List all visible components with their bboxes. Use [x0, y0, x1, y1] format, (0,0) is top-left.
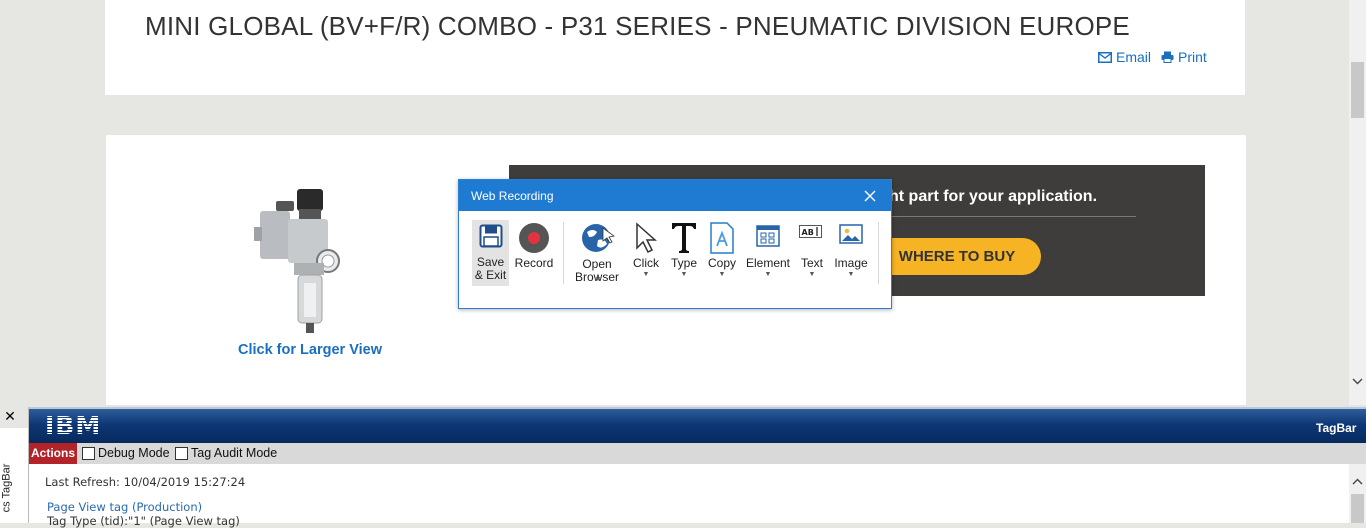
tag-type-text: Tag Type (tid):"1" (Page View tag) [47, 514, 240, 528]
element-label: Element [745, 256, 791, 270]
printer-icon [1161, 51, 1174, 63]
tagbar-header: IBM TagBar [29, 407, 1366, 443]
chevron-down-icon[interactable]: ▼ [705, 271, 739, 278]
tag-audit-mode-label: Tag Audit Mode [191, 446, 278, 460]
scroll-down-arrow-icon[interactable] [1349, 374, 1366, 391]
print-label: Print [1178, 49, 1207, 65]
element-button[interactable]: Element ▼ [743, 220, 793, 286]
debug-mode-checkbox[interactable]: Debug Mode [82, 446, 170, 460]
web-recording-dialog: Web Recording Save & Exit Record Open Br… [458, 179, 892, 309]
text-label: Text [800, 256, 823, 270]
text-button[interactable]: AB Text ▼ [795, 220, 829, 286]
element-grid-icon [756, 225, 780, 247]
record-label: Record [514, 256, 554, 270]
record-button[interactable]: Record [514, 220, 554, 286]
chevron-down-icon[interactable]: ▼ [743, 271, 793, 278]
where-to-buy-button[interactable]: WHERE TO BUY [873, 238, 1041, 275]
save-exit-button[interactable]: Save & Exit [472, 220, 509, 286]
larger-view-link[interactable]: Click for Larger View [238, 342, 382, 358]
tagbar-side-label: cs TagBar [0, 463, 13, 513]
copy-label: Copy [707, 256, 736, 270]
svg-text:AB: AB [802, 228, 814, 237]
tagbar-scrollbar[interactable] [1349, 464, 1366, 523]
scroll-up-arrow-icon[interactable] [1349, 476, 1366, 488]
image-icon [839, 224, 863, 244]
ibm-logo: IBM [45, 412, 101, 438]
save-exit-label: Save & Exit [474, 255, 507, 282]
record-icon [519, 223, 549, 253]
chevron-down-icon[interactable]: ▼ [629, 271, 663, 278]
promo-divider [889, 216, 1136, 217]
open-browser-button[interactable]: Open Browser ▼ [571, 220, 623, 286]
type-button[interactable]: Type ▼ [667, 220, 701, 286]
page-view-tag-link[interactable]: Page View tag (Production) [47, 500, 202, 514]
tag-audit-mode-checkbox[interactable]: Tag Audit Mode [175, 446, 277, 460]
click-label: Click [633, 256, 659, 270]
page-title: MINI GLOBAL (BV+F/R) COMBO - P31 SERIES … [145, 11, 1130, 41]
dialog-title: Web Recording [471, 189, 554, 203]
toolbar-separator [878, 222, 879, 284]
close-icon[interactable] [859, 185, 881, 207]
tagbar-content: Last Refresh: 10/04/2019 15:27:24 Page V… [29, 464, 1366, 528]
tagbar-actions-bar: Actions Debug Mode Tag Audit Mode [29, 443, 1366, 464]
page-scrollbar[interactable] [1349, 0, 1366, 405]
image-button[interactable]: Image ▼ [833, 220, 869, 286]
text-box-icon: AB [799, 225, 822, 238]
copy-document-icon [710, 222, 734, 254]
print-link[interactable]: Print [1161, 49, 1207, 65]
checkbox-box[interactable] [175, 446, 188, 460]
chevron-down-icon[interactable]: ▼ [795, 271, 829, 278]
ibm-logo-text: IBM [45, 412, 101, 438]
product-header-card: MINI GLOBAL (BV+F/R) COMBO - P31 SERIES … [105, 0, 1245, 95]
pointer-icon [636, 222, 657, 254]
tagbar-scrollbar-thumb[interactable] [1351, 494, 1364, 523]
globe-cursor-icon [582, 224, 615, 252]
image-label: Image [834, 256, 868, 270]
chevron-down-icon[interactable]: ▼ [593, 276, 603, 283]
tagbar-title: TagBar [1316, 421, 1357, 435]
close-icon[interactable]: ✕ [3, 409, 17, 423]
email-label: Email [1116, 49, 1152, 65]
dialog-titlebar[interactable]: Web Recording [459, 180, 891, 211]
last-refresh-text: Last Refresh: 10/04/2019 15:27:24 [45, 475, 246, 489]
chevron-down-icon[interactable]: ▼ [667, 271, 701, 278]
page-scrollbar-thumb[interactable] [1351, 62, 1364, 118]
email-link[interactable]: Email [1098, 49, 1151, 65]
product-image[interactable] [254, 187, 342, 337]
click-button[interactable]: Click ▼ [629, 220, 663, 286]
envelope-icon [1098, 51, 1112, 63]
save-icon [479, 224, 503, 248]
actions-tab[interactable]: Actions [29, 443, 77, 464]
type-t-icon [672, 223, 696, 253]
chevron-down-icon[interactable]: ▼ [833, 271, 869, 278]
checkbox-box[interactable] [82, 446, 95, 460]
debug-mode-label: Debug Mode [98, 446, 170, 460]
copy-button[interactable]: Copy ▼ [705, 220, 739, 286]
type-label: Type [670, 256, 697, 270]
promo-text: ht part for your application. [889, 188, 1098, 205]
toolbar-separator [563, 222, 564, 284]
